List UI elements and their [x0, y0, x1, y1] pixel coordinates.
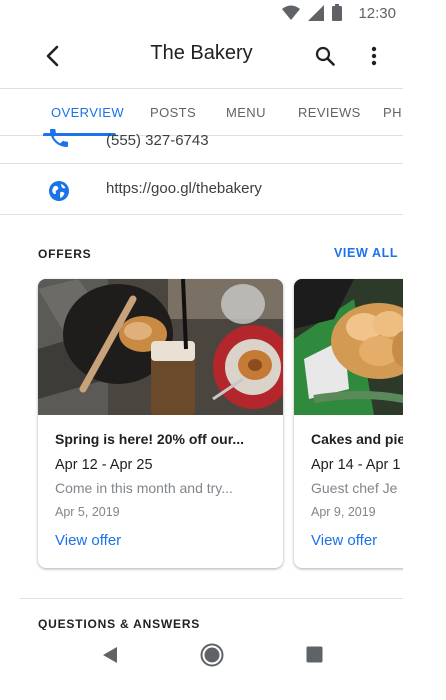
offers-header: OFFERS VIEW ALL: [0, 244, 403, 264]
section-divider: [20, 598, 403, 599]
view-offer-link[interactable]: View offer: [311, 532, 377, 549]
nav-home-button[interactable]: [200, 643, 224, 667]
search-icon: [315, 46, 335, 66]
questions-answers-title: QUESTIONS & ANSWERS: [38, 617, 201, 630]
offer-dates: Apr 12 - Apr 25: [55, 457, 153, 473]
offer-image-bread: [294, 279, 403, 415]
phone-number: (555) 327-6743: [106, 132, 209, 149]
offer-description: Guest chef Je: [311, 480, 398, 496]
tab-reviews[interactable]: REVIEWS: [298, 105, 361, 120]
offer-card[interactable]: Spring is here! 20% off our... Apr 12 - …: [38, 279, 283, 568]
view-offer-link[interactable]: View offer: [55, 532, 121, 549]
offer-dates: Apr 14 - Apr 1: [311, 457, 401, 473]
offer-image-coffee-pastry: [38, 279, 283, 415]
app-bar: The Bakery: [0, 28, 403, 84]
offer-posted-date: Apr 9, 2019: [311, 505, 376, 519]
more-vert-icon: [371, 46, 377, 66]
more-options-button[interactable]: [358, 40, 390, 72]
status-icons: [282, 4, 342, 21]
status-time: 12:30: [358, 5, 396, 22]
status-bar: 12:30: [0, 0, 446, 28]
phone-row[interactable]: (555) 327-6743: [0, 128, 403, 164]
tab-photos[interactable]: PH: [383, 105, 402, 120]
page-title: The Bakery: [150, 42, 253, 64]
website-row[interactable]: https://goo.gl/thebakery: [0, 165, 403, 215]
website-link: https://goo.gl/thebakery: [106, 180, 262, 197]
offer-title: Cakes and pie: [311, 431, 403, 447]
place-details-viewport: The Bakery OVERVIEW POSTS MENU REVIEWS P…: [0, 28, 403, 630]
tab-menu[interactable]: MENU: [226, 105, 266, 120]
nav-back-button[interactable]: [102, 646, 118, 664]
offers-title: OFFERS: [38, 247, 92, 261]
view-all-button[interactable]: VIEW ALL: [334, 246, 398, 260]
nav-recents-button[interactable]: [306, 646, 323, 663]
battery-icon: [332, 4, 342, 21]
phone-icon: [50, 129, 68, 147]
tab-overview[interactable]: OVERVIEW: [51, 105, 124, 120]
offer-description: Come in this month and try...: [55, 480, 233, 496]
offer-title: Spring is here! 20% off our...: [55, 431, 245, 447]
globe-icon: [49, 181, 69, 201]
tab-posts[interactable]: POSTS: [150, 105, 196, 120]
wifi-icon: [282, 5, 300, 20]
search-button[interactable]: [309, 40, 341, 72]
system-navigation-bar: [0, 630, 446, 700]
signal-icon: [308, 4, 324, 21]
offer-card[interactable]: Cakes and pie Apr 14 - Apr 1 Guest chef …: [294, 279, 403, 568]
offer-posted-date: Apr 5, 2019: [55, 505, 120, 519]
